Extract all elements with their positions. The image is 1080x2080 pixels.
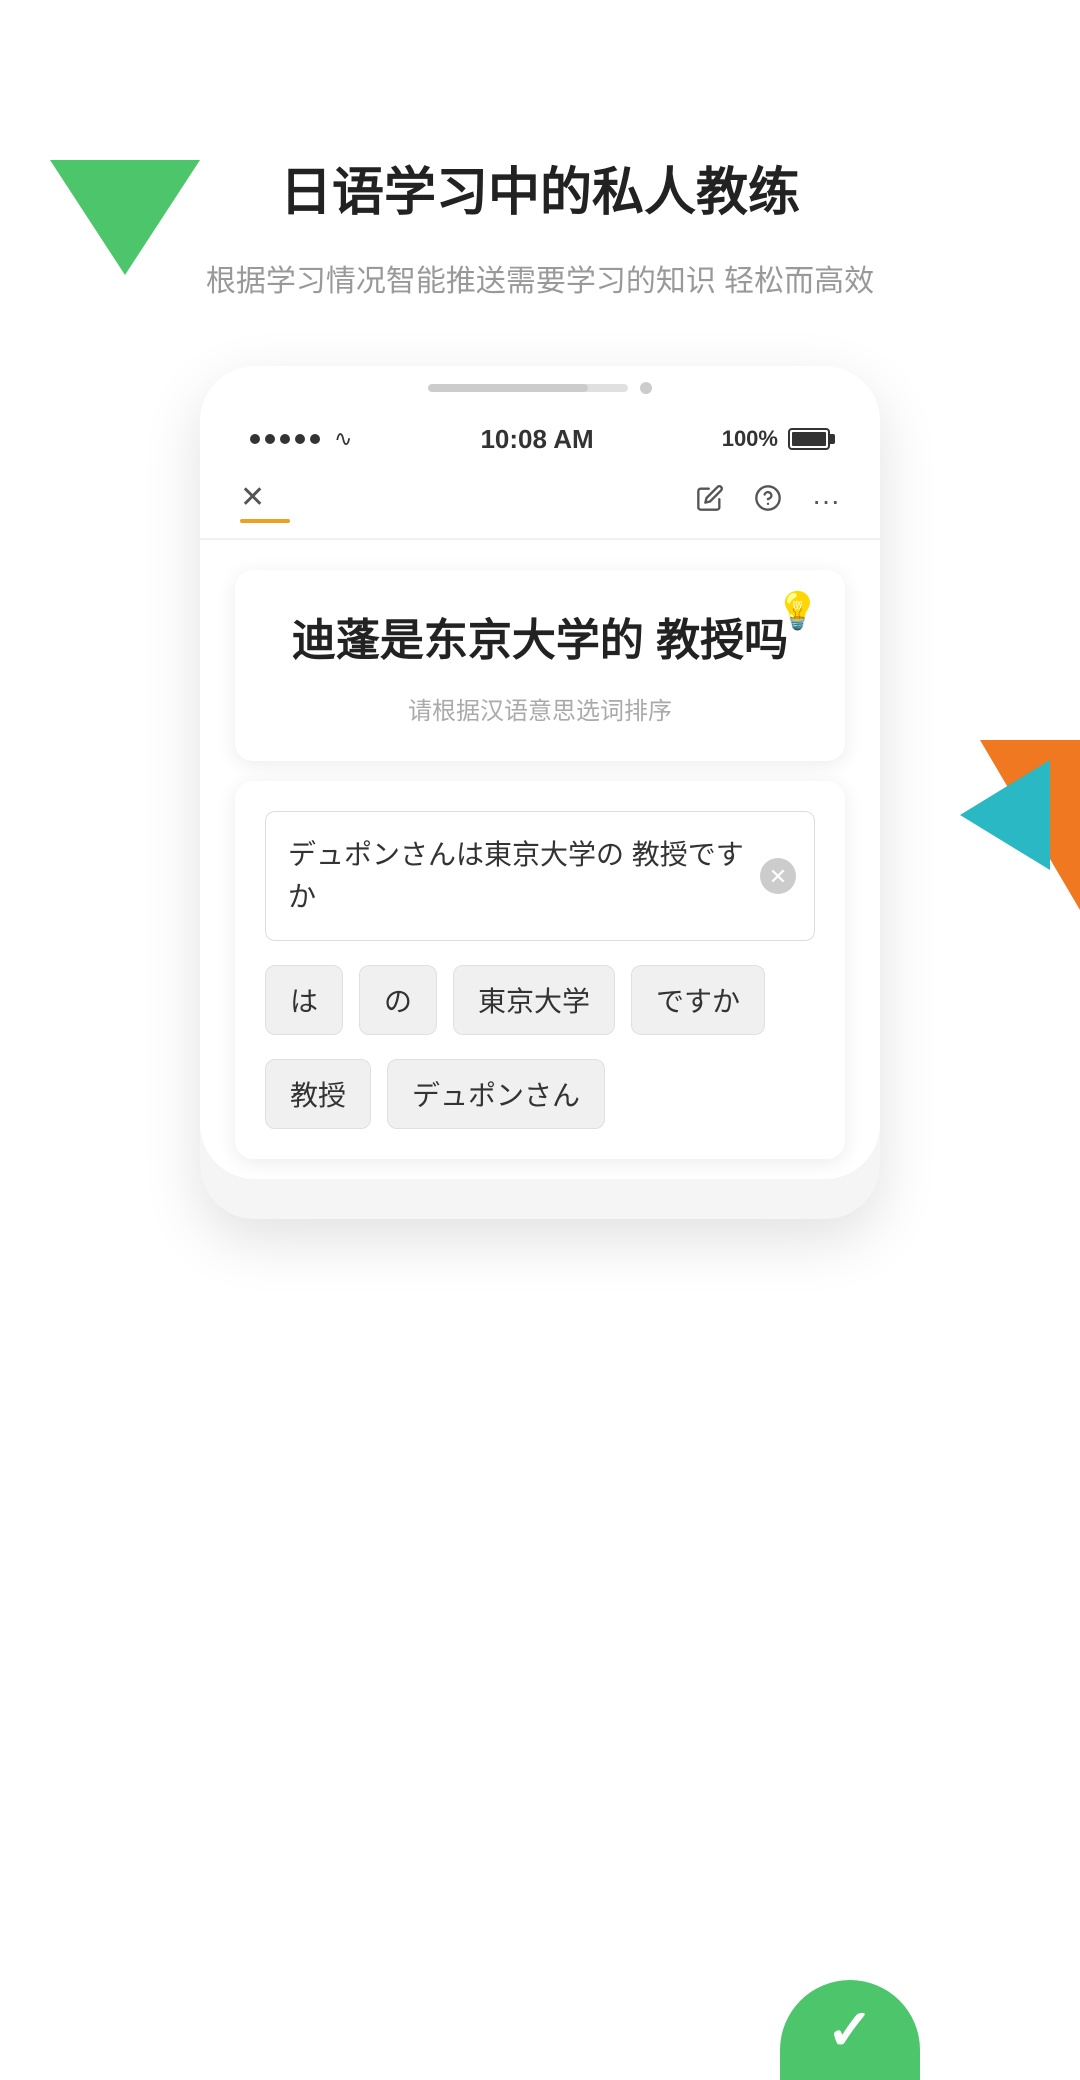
status-time: 10:08 AM — [480, 424, 593, 455]
signal-indicator — [250, 434, 320, 444]
signal-dot — [250, 434, 260, 444]
progress-fill — [428, 384, 588, 392]
signal-dot — [295, 434, 305, 444]
word-chips-row-2: 教授 デュポンさん — [265, 1059, 815, 1129]
answer-input-box[interactable]: デュポンさんは東京大学の 教授ですか ✕ — [265, 811, 815, 941]
close-icon[interactable]: ✕ — [240, 480, 290, 515]
signal-dot — [265, 434, 275, 444]
progress-track — [428, 384, 628, 392]
close-button-area[interactable]: ✕ — [240, 480, 290, 523]
progress-bar-area — [200, 366, 880, 394]
clear-icon: ✕ — [769, 860, 787, 893]
word-chips-container: は の 東京大学 ですか — [265, 965, 815, 1035]
teal-triangle — [960, 760, 1050, 870]
word-chip-ha[interactable]: は — [265, 965, 343, 1035]
app-toolbar: ✕ ··· — [200, 465, 880, 540]
clear-answer-button[interactable]: ✕ — [760, 858, 796, 894]
status-left: ∿ — [250, 426, 352, 452]
status-bar: ∿ 10:08 AM 100% — [200, 394, 880, 465]
hint-bulb-icon: 💡 — [775, 590, 820, 632]
word-chip-desuka[interactable]: ですか — [631, 965, 765, 1035]
question-hint: 请根据汉语意思选词排序 — [275, 691, 805, 726]
word-chip-tokyo-daigaku[interactable]: 東京大学 — [453, 965, 615, 1035]
wifi-icon: ∿ — [334, 426, 352, 452]
close-underline — [240, 519, 290, 523]
signal-dot — [310, 434, 320, 444]
help-icon[interactable] — [754, 484, 782, 519]
progress-dot — [640, 382, 652, 394]
signal-dot — [280, 434, 290, 444]
edit-icon[interactable] — [696, 484, 724, 519]
word-chip-no[interactable]: の — [359, 965, 437, 1035]
phone-screen: ∿ 10:08 AM 100% ✕ — [200, 366, 880, 1180]
toolbar-icons: ··· — [696, 484, 840, 519]
question-card: 💡 迪蓬是东京大学的 教授吗 请根据汉语意思选词排序 — [235, 570, 845, 762]
word-chip-dupon[interactable]: デュポンさん — [387, 1059, 605, 1129]
question-text: 迪蓬是东京大学的 教授吗 — [275, 610, 805, 672]
battery-icon — [788, 428, 830, 450]
more-icon[interactable]: ··· — [812, 485, 840, 517]
phone-mockup: ∿ 10:08 AM 100% ✕ — [200, 366, 880, 1220]
word-chip-kyoju[interactable]: 教授 — [265, 1059, 371, 1129]
right-triangle-decoration — [960, 740, 1080, 920]
battery-percentage: 100% — [722, 426, 778, 452]
answer-card: デュポンさんは東京大学の 教授ですか ✕ は の 東京大学 ですか — [235, 781, 845, 1159]
top-triangle-decoration — [50, 160, 200, 275]
status-right: 100% — [722, 426, 830, 452]
bottom-check-decoration — [780, 1980, 920, 2080]
answer-text: デュポンさんは東京大学の 教授ですか — [288, 839, 744, 912]
